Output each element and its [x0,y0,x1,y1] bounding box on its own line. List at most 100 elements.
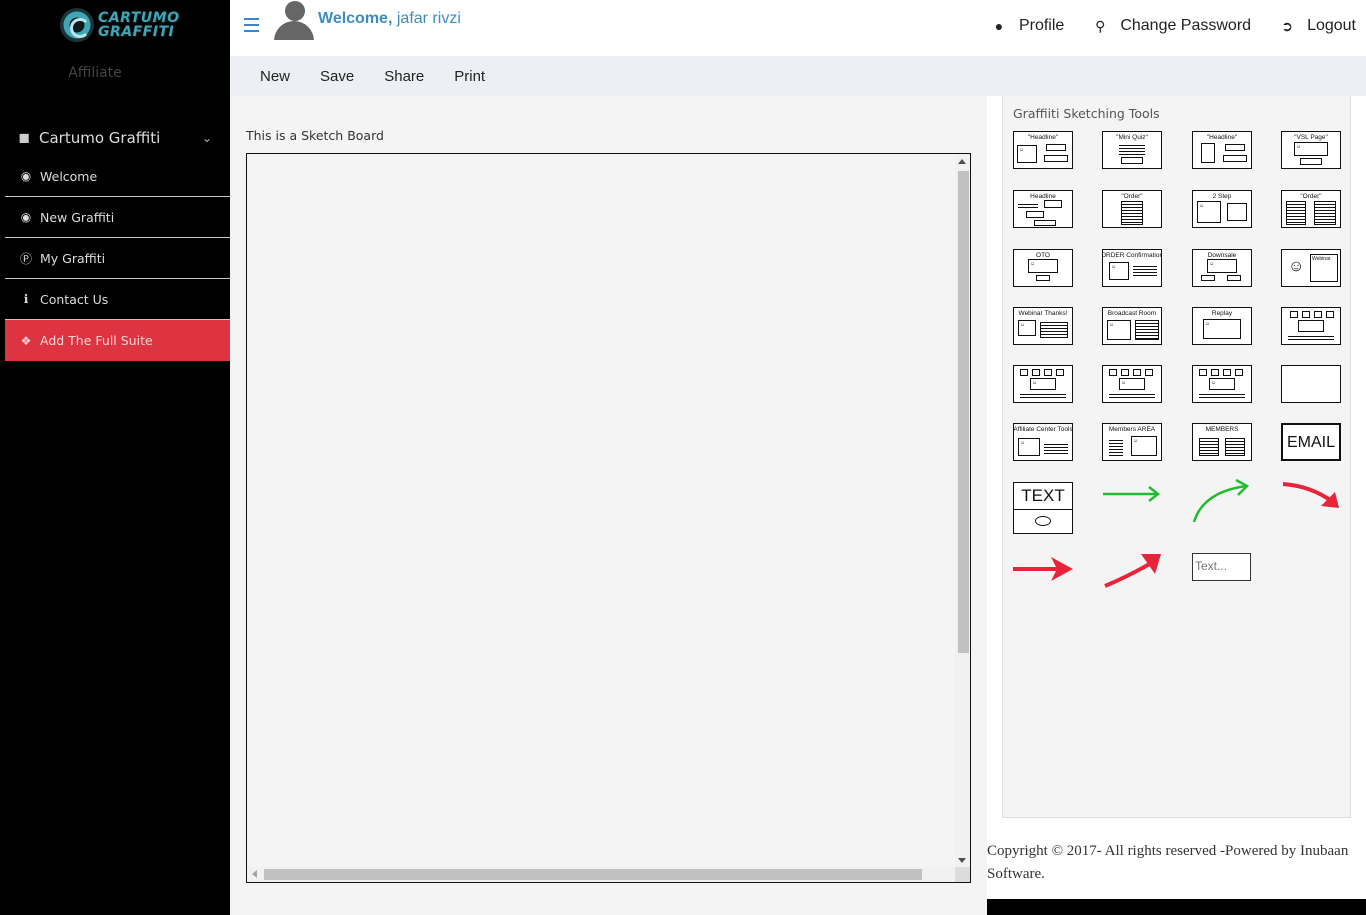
tile-box [1211,369,1219,376]
tile-box [1201,275,1215,281]
sidebar-item-welcome[interactable]: ◉ Welcome [5,156,230,197]
green-straight-arrow-icon[interactable] [1101,478,1163,522]
logout-label: Logout [1307,17,1356,34]
tile-caption: Webinar Thanks! [1018,310,1068,317]
tool-membership-c[interactable]: ☺ [1192,365,1252,403]
tile-box [1302,311,1310,318]
tool-product-grid[interactable] [1281,307,1341,345]
tile-box [1034,220,1056,226]
tool-2-step[interactable]: 2 Step ☺ [1192,190,1252,228]
tool-downsale[interactable]: Downsale ☺ [1192,249,1252,287]
tile-box [1036,275,1050,281]
tile-figure: ☺ [1197,201,1221,223]
tile-video: ☺ [1028,259,1058,273]
tool-order-bumps[interactable]: "Order" [1281,190,1341,228]
vertical-scroll-thumb[interactable] [958,171,969,653]
tile-video: ☺ [1209,378,1235,390]
tile-caption: "Order" [1300,193,1322,200]
palette-icon: ◼ [18,130,30,146]
share-button[interactable]: Share [384,68,424,85]
profile-link[interactable]: ● Profile [991,17,1065,35]
user-role: Affiliate [68,65,122,81]
tile-lines [1020,392,1066,400]
tile-box [1227,203,1247,221]
sidebar-item-label: Add The Full Suite [40,333,153,348]
tool-members-area[interactable]: Members AREA ☺ [1102,423,1162,461]
logo-mark-icon [60,8,94,42]
tile-lines [1133,264,1157,278]
sidebar-item-label: New Graffiti [40,209,115,225]
new-button[interactable]: New [260,68,290,85]
red-curved-up-arrow-icon[interactable] [1101,548,1163,592]
horizontal-scrollbar[interactable] [247,867,967,882]
sidebar-item-add-full-suite[interactable]: ❖ Add The Full Suite [5,320,230,361]
sketching-tools-panel: Graffiiti Sketching Tools "Headline" ☺ "… [1002,96,1351,818]
tile-box [1121,369,1129,376]
sketch-board-canvas[interactable] [246,153,971,883]
tile-lines [1119,143,1145,155]
stick-figure-icon: ☺ [1288,258,1305,275]
tile-lines [1109,438,1123,456]
logo-line-2: GRAFFITI [98,24,175,40]
sidebar-item-new-graffiti[interactable]: ◉ New Graffiti [5,197,230,238]
email-tile-text: EMAIL [1286,434,1335,451]
palette-icon: ◉ [20,210,32,224]
tool-headline-email[interactable]: "Headline" ☺ [1013,131,1073,169]
tile-lines [1018,202,1038,210]
tile-lines [1199,438,1219,456]
tile-box [1044,369,1052,376]
tool-text-block[interactable]: TEXT [1013,482,1073,534]
tile-caption: 2 Step [1212,193,1232,200]
tool-membership-b[interactable]: ☺ [1102,365,1162,403]
sidebar-item-my-graffiti[interactable]: Ⓟ My Graffiti [5,238,230,279]
tool-headline-subheadline[interactable]: Headline [1013,190,1073,228]
green-curved-arrow-icon[interactable] [1191,478,1253,522]
tool-members-login[interactable]: MEMBERS [1192,423,1252,461]
sidebar-group-cartumo-graffiti[interactable]: ◼ Cartumo Graffiti ⌄ [5,120,230,156]
tile-caption: Replay [1211,310,1233,317]
cartumo-graffiti-logo[interactable]: CARTUMO GRAFFITI [60,6,180,44]
tool-mini-quiz[interactable]: "Mini Quiz" [1102,131,1162,169]
scroll-down-icon[interactable] [958,858,966,863]
text-tile-label: TEXT [1021,486,1065,505]
tool-blank-box[interactable] [1281,365,1341,403]
tile-caption: "Headline" [1027,134,1059,141]
tool-replay[interactable]: Replay ☺ [1192,307,1252,345]
tool-broadcast-room[interactable]: Broadcast Room ☺ [1102,307,1162,345]
tile-lines [1225,438,1245,456]
vertical-scrollbar[interactable] [955,154,970,867]
save-button[interactable]: Save [320,68,354,85]
red-straight-arrow-icon[interactable] [1011,551,1073,595]
change-password-link[interactable]: ⚲ Change Password [1092,17,1251,35]
tool-email[interactable]: EMAIL [1281,423,1341,461]
scroll-up-icon[interactable] [958,159,966,164]
tile-box [1020,369,1028,376]
sidebar-item-label: My Graffiti [40,250,106,266]
menu-toggle-icon[interactable] [244,18,259,32]
scroll-left-icon[interactable] [252,870,257,878]
tool-membership-a[interactable]: ☺ [1013,365,1073,403]
board-toolbar: New Save Share Print [230,56,1366,96]
tool-vsl-page[interactable]: "VSL Page" ☺ [1281,131,1341,169]
tool-order-confirmation[interactable]: ORDER Confirmation ☺ [1102,249,1162,287]
sketch-board-label: This is a Sketch Board [246,128,384,143]
tool-order-form[interactable]: "Order" [1102,190,1162,228]
tile-box [1044,200,1062,208]
sidebar-group-label: Cartumo Graffiti [39,129,161,147]
text-input-tool[interactable]: Text... [1192,553,1251,581]
red-curved-down-arrow-icon[interactable] [1281,478,1343,522]
tool-headline-ebook[interactable]: "Headline" [1192,131,1252,169]
tile-lines [1199,392,1245,400]
sidebar-item-contact-us[interactable]: ℹ Contact Us [5,279,230,320]
tile-video: ☺ [1119,378,1145,390]
tool-oto[interactable]: OTO ☺ [1013,249,1073,287]
tile-box [1109,369,1117,376]
tool-affiliate-center[interactable]: Affiliate Center Tools ☺ [1013,423,1073,461]
tool-webinar[interactable]: ☺ Webinar [1281,249,1341,287]
avatar[interactable] [273,0,315,40]
print-button[interactable]: Print [454,68,485,85]
horizontal-scroll-thumb[interactable] [264,869,922,880]
tile-box [1235,369,1243,376]
tool-webinar-thanks[interactable]: Webinar Thanks! ☺ [1013,307,1073,345]
logout-link[interactable]: ➲ Logout [1279,17,1356,35]
